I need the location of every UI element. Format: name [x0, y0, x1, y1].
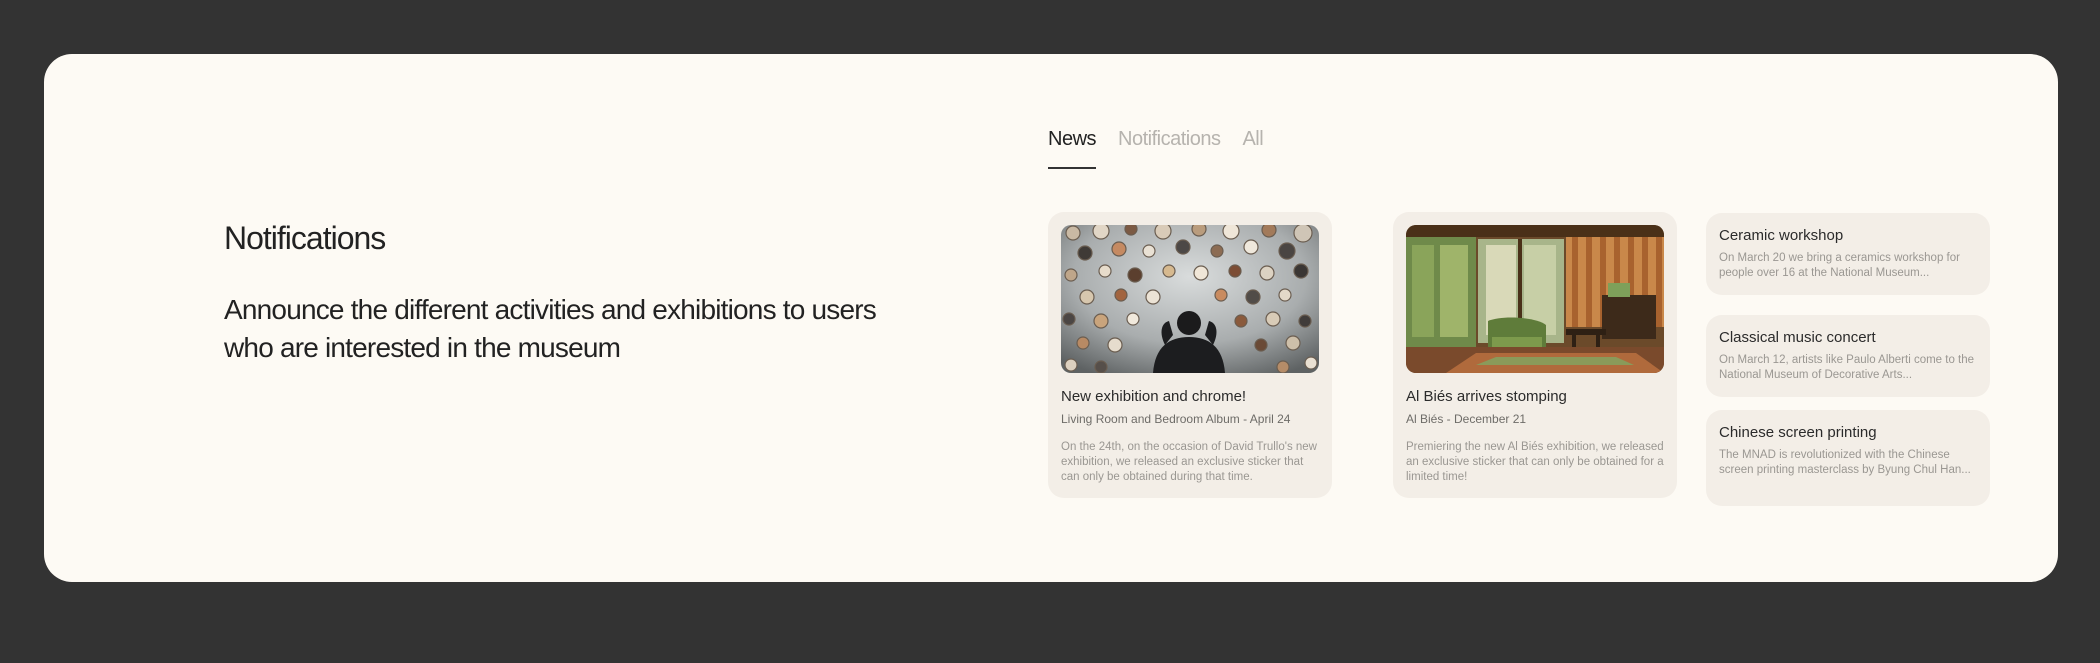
notification-description: On March 20 we bring a ceramics workshop…: [1719, 252, 1960, 279]
card-description: Premiering the new Al Biés exhibition, w…: [1406, 441, 1664, 483]
section-description: Announce the different activities and ex…: [224, 294, 877, 363]
notification-description: The MNAD is revolutionized with the Chin…: [1719, 449, 1971, 476]
exhibition-plates-image: [1061, 225, 1319, 373]
intro-section: Notifications Announce the different act…: [224, 220, 884, 367]
tab-news[interactable]: News: [1048, 128, 1097, 169]
section-title: Notifications: [224, 220, 386, 256]
tab-notifications[interactable]: Notifications: [1118, 128, 1221, 169]
news-card-al-bies[interactable]: Al Biés arrives stomping Al Biés - Decem…: [1393, 212, 1677, 498]
tab-all[interactable]: All: [1242, 128, 1263, 169]
tab-bar: News Notifications All: [1048, 128, 1264, 169]
notification-title: Chinese screen printing: [1719, 424, 1877, 441]
notification-item-printing[interactable]: Chinese screen printing The MNAD is revo…: [1706, 410, 1990, 506]
card-title: Al Biés arrives stomping: [1406, 388, 1567, 405]
al-bies-interior-image: [1406, 225, 1664, 373]
news-card-exhibition[interactable]: New exhibition and chrome! Living Room a…: [1048, 212, 1332, 498]
notification-title: Ceramic workshop: [1719, 227, 1844, 244]
card-subtitle: Al Biés - December 21: [1406, 412, 1527, 426]
notification-description: On March 12, artists like Paulo Alberti …: [1719, 354, 1975, 381]
notification-item-ceramic[interactable]: Ceramic workshop On March 20 we bring a …: [1706, 213, 1990, 295]
card-description: On the 24th, on the occasion of David Tr…: [1061, 441, 1317, 483]
notification-item-concert[interactable]: Classical music concert On March 12, art…: [1706, 315, 1990, 397]
notification-title: Classical music concert: [1719, 329, 1876, 346]
notifications-panel: Notifications Announce the different act…: [44, 54, 2058, 582]
card-subtitle: Living Room and Bedroom Album - April 24: [1061, 412, 1291, 426]
card-title: New exhibition and chrome!: [1061, 388, 1247, 405]
